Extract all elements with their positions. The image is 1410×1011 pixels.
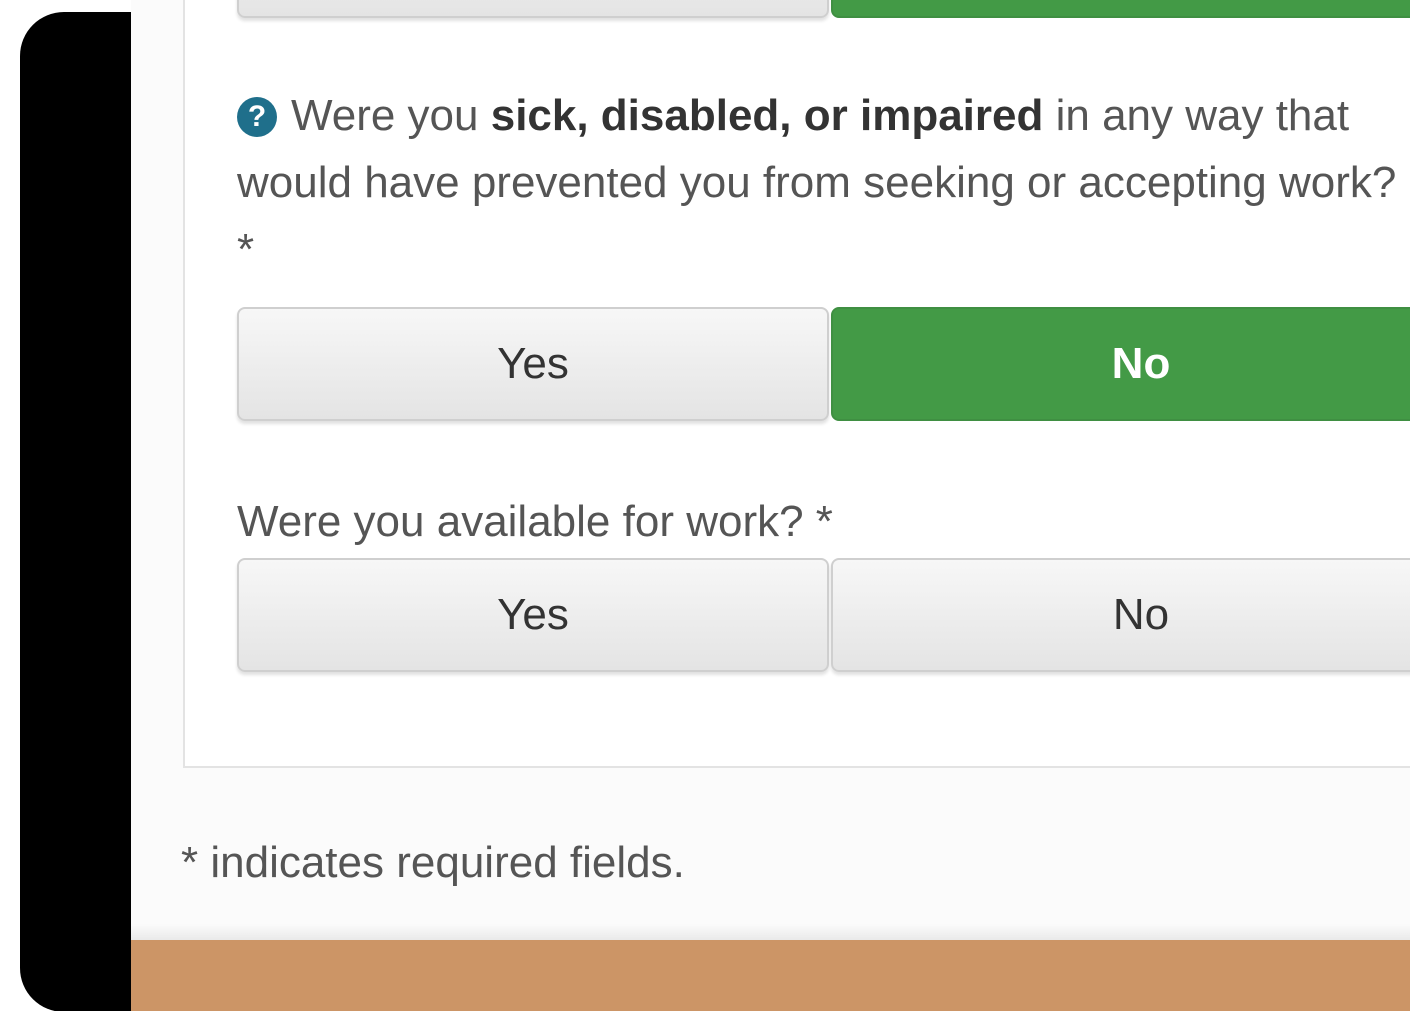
question-sick-disabled: ? Were you sick, disabled, or impaired in… — [237, 82, 1410, 283]
available-yes-button[interactable]: Yes — [237, 558, 829, 672]
form-panel: ? Were you sick, disabled, or impaired in… — [183, 0, 1410, 768]
question-available: Were you available for work? * — [237, 497, 833, 546]
screenshot-frame: ? Were you sick, disabled, or impaired in… — [0, 0, 1410, 1011]
available-no-button[interactable]: No — [831, 558, 1410, 672]
previous-no-button[interactable] — [831, 0, 1410, 18]
footer-bar — [131, 940, 1410, 1011]
previous-yes-button[interactable] — [237, 0, 829, 18]
required-fields-note: * indicates required fields. — [181, 838, 685, 887]
sick-yes-button[interactable]: Yes — [237, 307, 829, 421]
question-sick-text-bold: sick, disabled, or impaired — [490, 91, 1044, 140]
question-sick-text-before: Were you — [291, 91, 491, 140]
sick-no-button[interactable]: No — [831, 307, 1410, 421]
question-circle-icon[interactable]: ? — [237, 97, 277, 137]
form-screen: ? Were you sick, disabled, or impaired in… — [131, 0, 1410, 1011]
